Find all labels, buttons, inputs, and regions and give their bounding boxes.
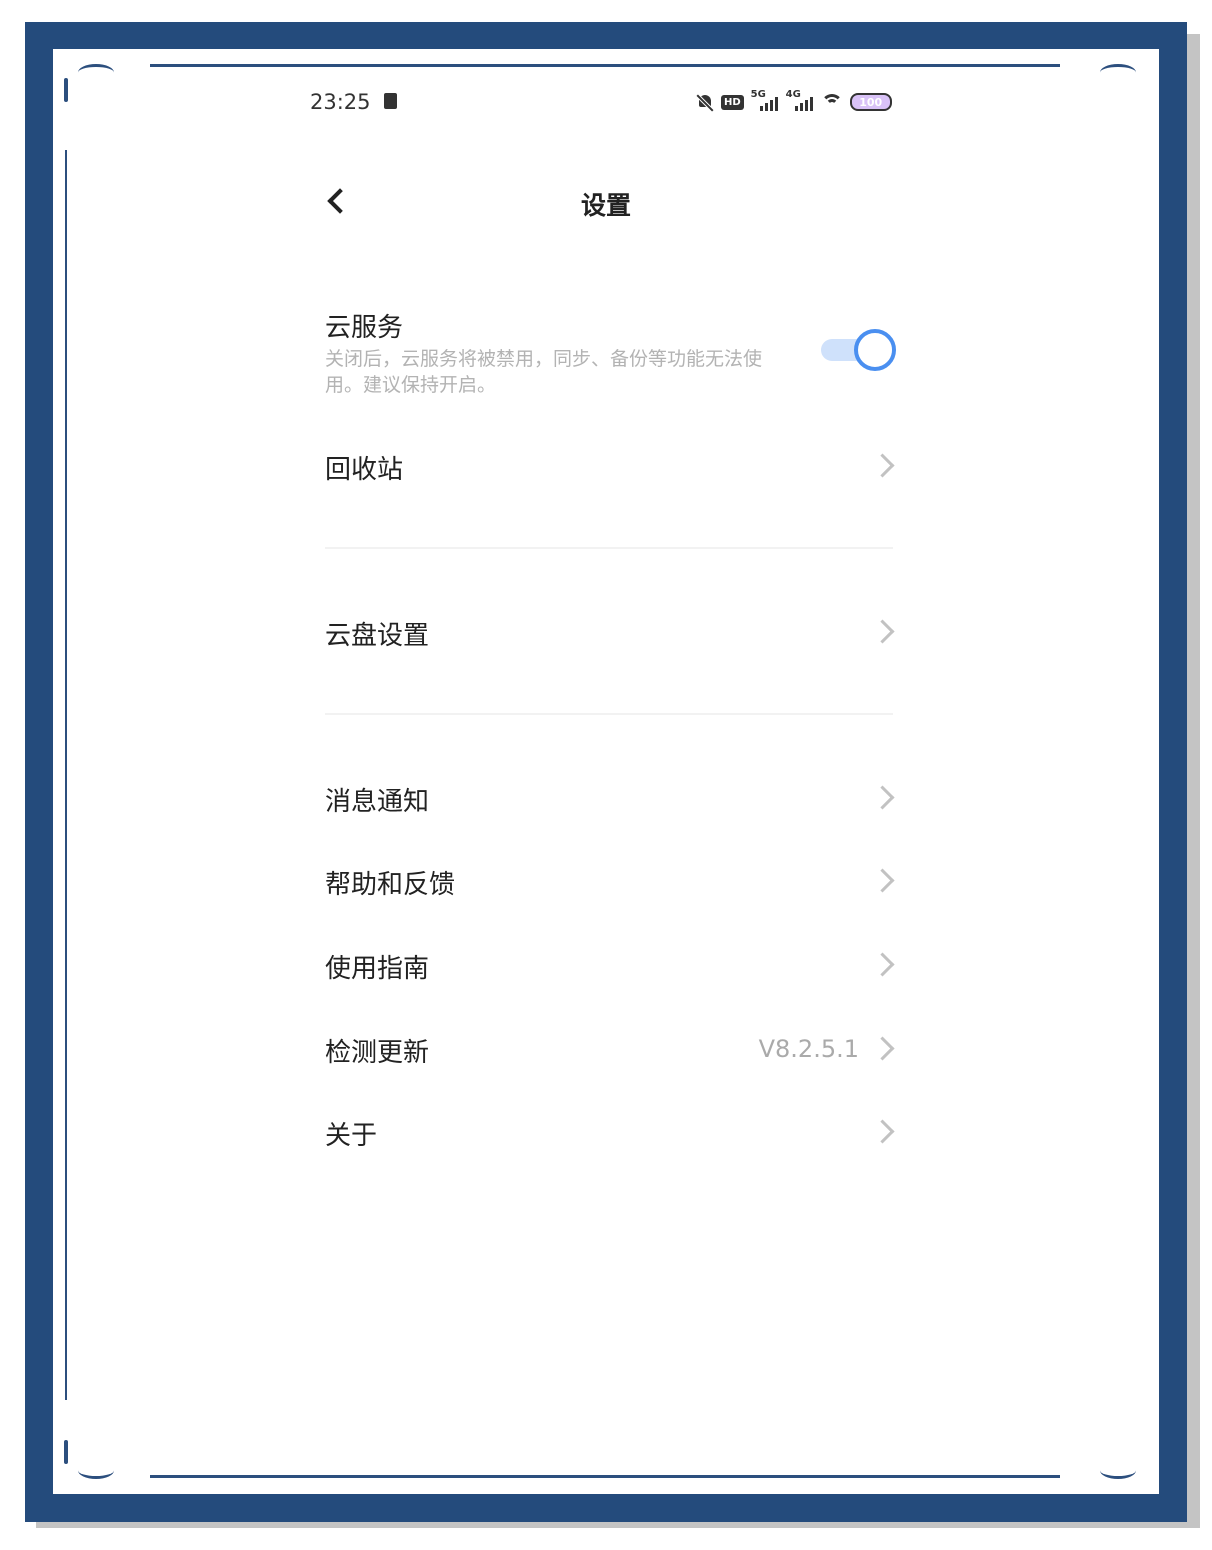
network-type-label: 5G: [750, 89, 766, 100]
cloud-service-title: 云服务: [325, 313, 404, 343]
frame-decor-line: [150, 1475, 1060, 1478]
menu-item-check-update[interactable]: 检测更新 V8.2.5.1: [325, 1024, 895, 1074]
section-divider: [325, 547, 893, 549]
chevron-right-icon: [870, 1036, 895, 1061]
frame-corner-ornament: [64, 78, 68, 102]
clipboard-icon: [384, 93, 397, 109]
hd-volte-icon: HD: [721, 94, 744, 110]
page-title: 设置: [580, 191, 631, 220]
menu-item-cloud-disk-settings[interactable]: 云盘设置: [325, 607, 895, 657]
menu-item-label: 帮助和反馈: [325, 870, 456, 900]
menu-item-about[interactable]: 关于: [325, 1107, 895, 1157]
menu-item-help-feedback[interactable]: 帮助和反馈: [325, 856, 895, 906]
menu-item-recycle-bin[interactable]: 回收站: [325, 441, 895, 491]
frame-corner-ornament: [78, 1462, 114, 1479]
frame-decor-line: [150, 64, 1060, 67]
menu-item-label: 云盘设置: [325, 621, 430, 651]
bell-mute-icon: [696, 93, 714, 112]
battery-level: 100: [859, 95, 883, 109]
frame-corner-ornament: [1100, 64, 1136, 81]
chevron-right-icon: [870, 1119, 895, 1144]
chevron-right-icon: [870, 785, 895, 810]
signal-4g-icon: 4G: [785, 89, 814, 112]
menu-item-user-guide[interactable]: 使用指南: [325, 940, 895, 990]
menu-item-label: 检测更新: [325, 1038, 430, 1068]
chevron-right-icon: [870, 868, 895, 893]
menu-item-label: 消息通知: [325, 787, 430, 817]
cloud-service-toggle[interactable]: [821, 328, 896, 374]
chevron-right-icon: [870, 619, 895, 644]
menu-item-label: 使用指南: [325, 954, 430, 984]
toggle-knob: [854, 329, 896, 371]
menu-item-notifications[interactable]: 消息通知: [325, 773, 895, 823]
section-divider: [325, 713, 893, 715]
version-value: V8.2.5.1: [758, 1035, 859, 1063]
frame-corner-ornament: [64, 1440, 68, 1464]
status-icons: HD 5G 4G 100: [696, 89, 892, 114]
cloud-service-description: 关闭后，云服务将被禁用，同步、备份等功能无法使用。建议保持开启。: [325, 348, 763, 396]
network-type-label: 4G: [785, 89, 801, 100]
signal-5g-icon: 5G: [750, 89, 779, 112]
phone-screen: [70, 68, 1148, 1473]
menu-item-label: 回收站: [325, 455, 404, 485]
chevron-right-icon: [870, 952, 895, 977]
chevron-right-icon: [870, 453, 895, 478]
status-time: 23:25: [310, 90, 371, 114]
frame-corner-ornament: [1100, 1462, 1136, 1479]
menu-item-label: 关于: [325, 1121, 378, 1151]
frame-corner-ornament: [78, 64, 114, 81]
battery-icon: 100: [849, 93, 892, 111]
frame-decor-line: [65, 150, 67, 1400]
wifi-icon: [820, 93, 843, 111]
